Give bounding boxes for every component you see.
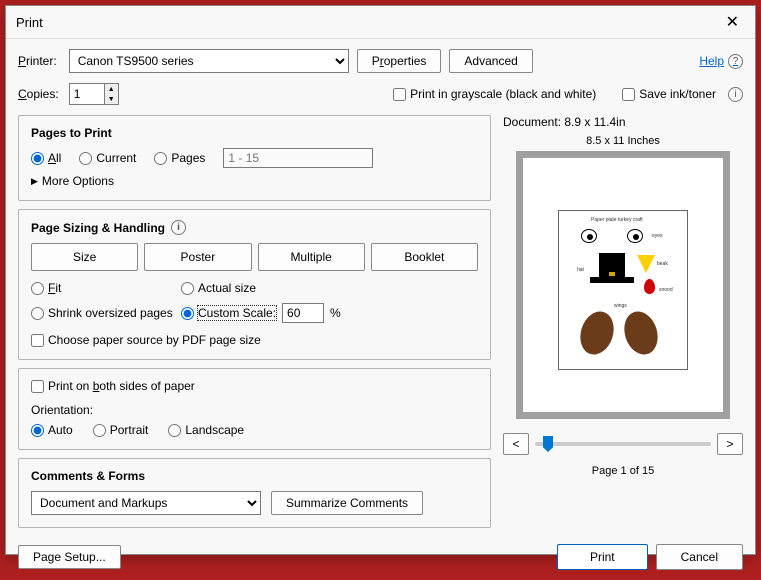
duplex-orientation-group: Print on both sides of paper Orientation… [18, 368, 491, 450]
radio-shrink[interactable]: Shrink oversized pages [31, 306, 181, 320]
pages-to-print-title: Pages to Print [31, 126, 478, 140]
radio-fit[interactable]: Fit [31, 281, 181, 295]
choose-source-label: Choose paper source by PDF page size [48, 333, 261, 347]
help-icon: ? [728, 54, 743, 69]
grayscale-input[interactable] [393, 88, 406, 101]
radio-portrait[interactable]: Portrait [93, 423, 149, 437]
multiple-button[interactable]: Multiple [258, 243, 365, 271]
cancel-button[interactable]: Cancel [656, 544, 743, 570]
triangle-right-icon: ▶ [31, 176, 38, 187]
print-button[interactable]: Print [557, 544, 648, 570]
both-sides-input[interactable] [31, 380, 44, 393]
close-icon[interactable]: ✕ [720, 12, 745, 32]
document-size-label: Document: 8.9 x 11.4in [503, 115, 743, 129]
preview-frame: Paper plate turkey craft eyes hat beak s… [516, 151, 730, 419]
dialog-content: Printer: Canon TS9500 series Properties … [6, 39, 755, 536]
radio-auto-input[interactable] [31, 424, 44, 437]
preview-text: snood [659, 287, 673, 293]
choose-source-input[interactable] [31, 334, 44, 347]
page-size-label: 8.5 x 11 Inches [503, 135, 743, 147]
radio-shrink-input[interactable] [31, 307, 44, 320]
page-setup-button[interactable]: Page Setup... [18, 545, 121, 569]
preview-page: Paper plate turkey craft eyes hat beak s… [558, 210, 688, 370]
page-slider[interactable] [535, 442, 711, 446]
radio-current-input[interactable] [79, 152, 92, 165]
spinner-up-icon[interactable]: ▲ [105, 84, 118, 94]
sizing-title: Page Sizing & Handling i [31, 220, 478, 235]
preview-graphic [637, 255, 655, 273]
grayscale-label: Print in grayscale (black and white) [410, 87, 596, 101]
pages-range-input[interactable] [223, 148, 373, 168]
sizing-group: Page Sizing & Handling i Size Poster Mul… [18, 209, 491, 360]
preview-text: hat [577, 267, 584, 273]
comments-select[interactable]: Document and Markups [31, 491, 261, 515]
more-options-label: More Options [42, 174, 114, 188]
preview-graphic [590, 277, 634, 283]
radio-all[interactable]: All [31, 151, 61, 165]
properties-button[interactable]: Properties [357, 49, 442, 73]
size-button[interactable]: Size [31, 243, 138, 271]
page-indicator: Page 1 of 15 [503, 465, 743, 477]
preview-text: Paper plate turkey craft [591, 217, 643, 223]
saveink-input[interactable] [622, 88, 635, 101]
more-options-toggle[interactable]: ▶ More Options [31, 174, 478, 188]
radio-fit-input[interactable] [31, 282, 44, 295]
both-sides-checkbox[interactable]: Print on both sides of paper [31, 379, 478, 393]
radio-auto[interactable]: Auto [31, 423, 73, 437]
info-icon[interactable]: i [728, 87, 743, 102]
next-page-button[interactable]: > [717, 433, 743, 455]
preview-text: beak [657, 261, 668, 267]
radio-actual[interactable]: Actual size [181, 281, 478, 295]
preview-graphic [575, 307, 619, 359]
preview-column: Document: 8.9 x 11.4in 8.5 x 11 Inches P… [503, 115, 743, 528]
preview-graphic [627, 229, 643, 243]
copies-spinner[interactable]: ▲ ▼ [69, 83, 119, 105]
printer-label: Printer: [18, 54, 57, 68]
radio-pages-input[interactable] [154, 152, 167, 165]
dialog-title: Print [16, 15, 720, 30]
preview-text: wings [614, 303, 627, 309]
dialog-footer: Page Setup... Print Cancel [6, 536, 755, 580]
choose-source-checkbox[interactable]: Choose paper source by PDF page size [31, 333, 478, 347]
radio-actual-input[interactable] [181, 282, 194, 295]
titlebar: Print ✕ [6, 6, 755, 39]
poster-button[interactable]: Poster [144, 243, 251, 271]
radio-custom[interactable]: Custom Scale: [181, 306, 276, 320]
copies-label: Copies: [18, 87, 59, 101]
info-icon[interactable]: i [171, 220, 186, 235]
radio-all-input[interactable] [31, 152, 44, 165]
comments-title: Comments & Forms [31, 469, 478, 483]
grayscale-checkbox[interactable]: Print in grayscale (black and white) [393, 87, 596, 101]
percent-label: % [330, 306, 341, 320]
preview-graphic [619, 307, 663, 359]
both-sides-label: Print on both sides of paper [48, 379, 195, 393]
saveink-label: Save ink/toner [639, 87, 716, 101]
radio-current[interactable]: Current [79, 151, 136, 165]
orientation-label: Orientation: [31, 403, 478, 417]
booklet-button[interactable]: Booklet [371, 243, 478, 271]
comments-group: Comments & Forms Document and Markups Su… [18, 458, 491, 528]
preview-graphic [644, 279, 655, 294]
radio-custom-input[interactable] [181, 307, 194, 320]
radio-portrait-input[interactable] [93, 424, 106, 437]
slider-thumb-icon[interactable] [543, 436, 553, 452]
advanced-button[interactable]: Advanced [449, 49, 532, 73]
preview-graphic [581, 229, 597, 243]
radio-landscape-input[interactable] [168, 424, 181, 437]
pages-to-print-group: Pages to Print All Current Pages ▶ More … [18, 115, 491, 201]
printer-row: Printer: Canon TS9500 series Properties … [18, 49, 743, 73]
spinner-down-icon[interactable]: ▼ [105, 94, 118, 104]
scale-input[interactable] [282, 303, 324, 323]
help-link[interactable]: Help ? [699, 54, 743, 69]
copies-input[interactable] [70, 84, 104, 104]
print-dialog: Print ✕ Printer: Canon TS9500 series Pro… [5, 5, 756, 555]
prev-page-button[interactable]: < [503, 433, 529, 455]
copies-row: Copies: ▲ ▼ Print in grayscale (black an… [18, 83, 743, 105]
radio-pages[interactable]: Pages [154, 151, 205, 165]
summarize-button[interactable]: Summarize Comments [271, 491, 423, 515]
radio-landscape[interactable]: Landscape [168, 423, 244, 437]
saveink-checkbox[interactable]: Save ink/toner [622, 87, 716, 101]
printer-select[interactable]: Canon TS9500 series [69, 49, 349, 73]
preview-text: eyes [652, 233, 663, 239]
